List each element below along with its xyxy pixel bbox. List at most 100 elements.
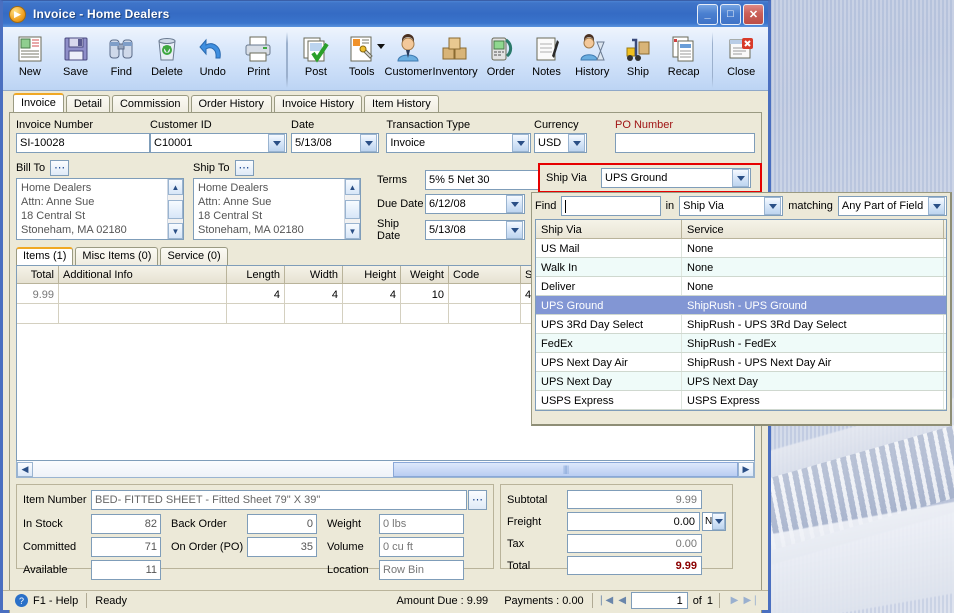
on-order-po-input[interactable]: 35 (247, 537, 317, 557)
grid-header-total[interactable]: Total (17, 266, 59, 283)
list-item[interactable]: FedEx ShipRush - FedEx (536, 334, 946, 353)
cell-empty[interactable] (285, 304, 343, 323)
scroll-thumb[interactable] (345, 199, 360, 219)
date-combo[interactable]: 5/13/08 (291, 133, 380, 153)
grid-header-additional-info[interactable]: Additional Info (59, 266, 227, 283)
grid-header-height[interactable]: Height (343, 266, 401, 283)
currency-combo[interactable]: USD (534, 133, 587, 153)
tab-detail[interactable]: Detail (65, 95, 110, 113)
tab-invoice-history[interactable]: Invoice History (273, 95, 363, 113)
dropdown-header-service[interactable]: Service (682, 220, 944, 238)
invoice-number-input[interactable]: SI-10028 (16, 133, 150, 153)
toolbar-button-delete[interactable]: Delete (144, 30, 190, 78)
page-number-input[interactable]: 1 (630, 592, 688, 609)
scroll-right-icon[interactable]: ▶ (738, 461, 754, 477)
bill-to-lookup-button[interactable]: ⋯ (50, 160, 70, 176)
chevron-down-icon[interactable] (268, 134, 285, 152)
help-section[interactable]: ? F1 - Help (7, 592, 86, 609)
cell-empty[interactable] (17, 304, 59, 323)
list-item[interactable]: Deliver None (536, 277, 946, 296)
cell-empty[interactable] (401, 304, 449, 323)
due-date-combo[interactable]: 6/12/08 (425, 194, 525, 214)
scroll-up-icon[interactable]: ▲ (345, 179, 360, 195)
toolbar-button-post[interactable]: Post (293, 30, 339, 78)
cell-empty[interactable] (227, 304, 285, 323)
toolbar-button-order[interactable]: Order (478, 30, 524, 78)
grid-header-code[interactable]: Code (449, 266, 521, 283)
back-order-input[interactable]: 0 (247, 514, 317, 534)
grid-header-weight[interactable]: Weight (401, 266, 449, 283)
ship-via-dropdown-popup[interactable]: Find in Ship Via matching Any Part of Fi… (531, 192, 952, 426)
toolbar-button-recap[interactable]: Recap (661, 30, 707, 78)
help-icon[interactable]: ? (15, 594, 28, 607)
cell-additional-info[interactable] (59, 284, 227, 303)
available-input[interactable]: 11 (91, 560, 161, 580)
freight-input[interactable]: 0.00 (567, 512, 700, 531)
scroll-thumb[interactable] (168, 199, 183, 219)
ship-date-combo[interactable]: 5/13/08 (425, 220, 525, 240)
nav-first-icon[interactable]: ❘◀ (597, 593, 614, 609)
toolbar-button-tools[interactable]: Tools (339, 30, 385, 78)
list-item[interactable]: UPS Next Day UPS Next Day (536, 372, 946, 391)
toolbar-button-undo[interactable]: Undo (190, 30, 236, 78)
scroll-thumb[interactable]: |||| (393, 461, 738, 477)
item-tab-service[interactable]: Service (0) (160, 247, 228, 265)
toolbar-button-close[interactable]: Close (718, 30, 764, 78)
item-tab-items[interactable]: Items (1) (16, 247, 74, 265)
in-stock-input[interactable]: 82 (91, 514, 161, 534)
chevron-down-icon[interactable] (506, 195, 523, 213)
list-item[interactable]: UPS 3Rd Day Select ShipRush - UPS 3Rd Da… (536, 315, 946, 334)
toolbar-button-inventory[interactable]: Inventory (432, 30, 478, 78)
ship-via-combo[interactable]: UPS Ground (601, 168, 751, 188)
chevron-down-icon[interactable] (568, 134, 585, 152)
tab-item-history[interactable]: Item History (364, 95, 439, 113)
bill-to-scrollbar[interactable]: ▲ ▼ (167, 179, 183, 239)
minimize-button[interactable]: _ (697, 3, 718, 25)
scroll-down-icon[interactable]: ▼ (168, 223, 183, 239)
toolbar-button-history[interactable]: History (569, 30, 615, 78)
chevron-down-icon[interactable] (360, 134, 378, 152)
scroll-down-icon[interactable]: ▼ (345, 223, 360, 239)
nav-next-icon[interactable]: ▶ (726, 593, 743, 609)
volume-input[interactable]: 0 cu ft (379, 537, 464, 557)
tab-commission[interactable]: Commission (111, 95, 189, 113)
cell-empty[interactable] (343, 304, 401, 323)
chevron-down-icon[interactable] (506, 221, 523, 239)
dropdown-header-ship-via[interactable]: Ship Via (536, 220, 682, 238)
chevron-down-icon[interactable] (732, 169, 749, 187)
grid-header-width[interactable]: Width (285, 266, 343, 283)
toolbar-button-new[interactable]: New (7, 30, 53, 78)
cell-height[interactable]: 4 (343, 284, 401, 303)
list-item[interactable]: USPS Express Mail USPS Express Mail (536, 410, 946, 411)
chevron-down-icon[interactable] (712, 513, 726, 530)
list-item[interactable]: USPS Express USPS Express (536, 391, 946, 410)
chevron-down-icon[interactable] (512, 134, 530, 152)
list-item[interactable]: UPS Next Day Air ShipRush - UPS Next Day… (536, 353, 946, 372)
transaction-type-combo[interactable]: Invoice (386, 133, 532, 153)
cell-length[interactable]: 4 (227, 284, 285, 303)
location-input[interactable]: Row Bin (379, 560, 464, 580)
scroll-up-icon[interactable]: ▲ (168, 179, 183, 195)
grid-horizontal-scrollbar[interactable]: ◀ |||| ▶ (16, 461, 755, 478)
ship-to-lookup-button[interactable]: ⋯ (234, 160, 254, 176)
item-tab-misc-items[interactable]: Misc Items (0) (75, 247, 159, 265)
ship-via-options-list[interactable]: Ship Via Service US Mail None Walk In No… (535, 219, 947, 411)
tab-order-history[interactable]: Order History (190, 95, 272, 113)
nav-last-icon[interactable]: ▶❘ (743, 593, 760, 609)
grid-header-length[interactable]: Length (227, 266, 285, 283)
chevron-down-icon[interactable] (764, 197, 782, 215)
po-number-input[interactable] (615, 133, 755, 153)
cell-empty[interactable] (59, 304, 227, 323)
cell-weight[interactable]: 10 (401, 284, 449, 303)
toolbar-button-notes[interactable]: Notes (524, 30, 570, 78)
toolbar-button-ship[interactable]: Ship (615, 30, 661, 78)
bill-to-address-box[interactable]: Home Dealers Attn: Anne Sue 18 Central S… (16, 178, 184, 240)
toolbar-button-customer[interactable]: Customer (385, 30, 432, 78)
close-button[interactable]: ✕ (743, 3, 764, 25)
matching-mode-combo[interactable]: Any Part of Field (837, 196, 947, 216)
weight-input[interactable]: 0 lbs (379, 514, 464, 534)
ship-to-scrollbar[interactable]: ▲ ▼ (344, 179, 360, 239)
cell-code[interactable] (449, 284, 521, 303)
item-number-input[interactable]: BED- FITTED SHEET - Fitted Sheet 79" X 3… (91, 490, 467, 510)
list-item[interactable]: Walk In None (536, 258, 946, 277)
